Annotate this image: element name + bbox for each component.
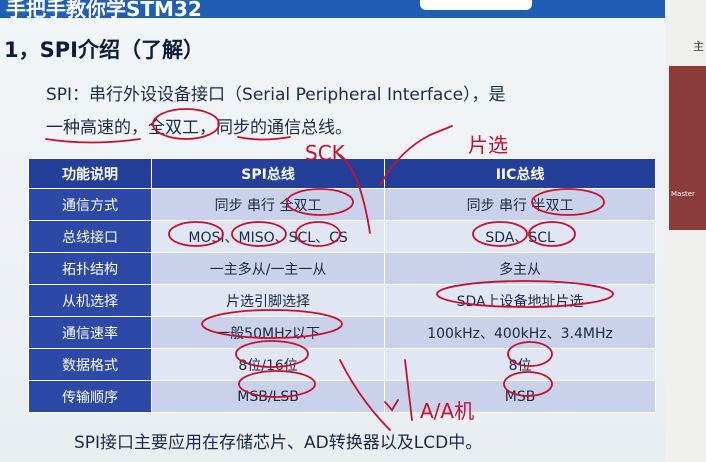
table-row: 通信方式 同步 串行 全双工 同步 串行 半双工 xyxy=(28,188,656,221)
row-label: 从机选择 xyxy=(28,284,152,317)
slide-header-title: 手把手教你学STM32 xyxy=(6,0,202,18)
table-row: 总线接口 MOSI、MISO、SCL、CS SDA、SCL xyxy=(28,220,656,253)
table-header-cell: 功能说明 xyxy=(28,158,152,189)
spi-cell: MSB/LSB xyxy=(150,380,386,413)
spi-cell: MOSI、MISO、SCL、CS xyxy=(150,220,386,253)
footer-text: SPI接口主要应用在存储芯片、AD转换器以及LCD中。 xyxy=(74,433,483,453)
spi-cell: 一主多从/一主一从 xyxy=(150,252,386,285)
spi-cell: 片选引脚选择 xyxy=(150,284,386,317)
side-panel-char: 主 xyxy=(693,40,704,53)
iic-cell: 多主从 xyxy=(384,252,656,285)
slide-header-bar: 手把手教你学STM32 xyxy=(0,0,665,18)
thumbnail-image xyxy=(669,66,706,230)
spi-cell: 8位/16位 xyxy=(150,348,386,381)
iic-cell: 同步 串行 半双工 xyxy=(384,188,656,221)
spi-cell: 同步 串行 全双工 xyxy=(150,188,386,221)
row-label: 通信方式 xyxy=(28,188,152,221)
table-header-row: 功能说明 SPI总线 IIC总线 xyxy=(28,158,656,189)
row-label: 拓扑结构 xyxy=(28,252,152,285)
side-panel: 主 Master xyxy=(665,0,706,462)
iic-cell: MSB xyxy=(384,380,656,413)
slide-heading: 1，SPI介绍（了解） xyxy=(4,38,204,62)
table-row: 传输顺序 MSB/LSB MSB xyxy=(28,380,656,413)
table-row: 从机选择 片选引脚选择 SDA上设备地址片选 xyxy=(28,284,656,317)
iic-cell: 100kHz、400kHz、3.4MHz xyxy=(384,316,656,349)
comparison-table: 功能说明 SPI总线 IIC总线 通信方式 同步 串行 全双工 同步 串行 半双… xyxy=(28,158,656,413)
slide: 手把手教你学STM32 1，SPI介绍（了解） SPI：串行外设设备接口（Ser… xyxy=(0,0,665,462)
row-label: 通信速率 xyxy=(28,316,152,349)
thumbnail-label: Master xyxy=(671,190,695,198)
iic-cell: 8位 xyxy=(384,348,656,381)
intro-text-line1: SPI：串行外设设备接口（Serial Peripheral Interface… xyxy=(46,85,506,105)
row-label: 传输顺序 xyxy=(28,380,152,413)
table-header-cell: IIC总线 xyxy=(384,158,656,189)
spi-cell: 一般50MHz以下 xyxy=(150,316,386,349)
row-label: 数据格式 xyxy=(28,348,152,381)
row-label: 总线接口 xyxy=(28,220,152,253)
header-tab xyxy=(420,0,532,10)
table-row: 数据格式 8位/16位 8位 xyxy=(28,348,656,381)
table-row: 拓扑结构 一主多从/一主一从 多主从 xyxy=(28,252,656,285)
intro-text-line2: 一种高速的，全双工，同步的通信总线。 xyxy=(46,118,352,138)
iic-cell: SDA、SCL xyxy=(384,220,656,253)
table-row: 通信速率 一般50MHz以下 100kHz、400kHz、3.4MHz xyxy=(28,316,656,349)
iic-cell: SDA上设备地址片选 xyxy=(384,284,656,317)
table-header-cell: SPI总线 xyxy=(150,158,386,189)
